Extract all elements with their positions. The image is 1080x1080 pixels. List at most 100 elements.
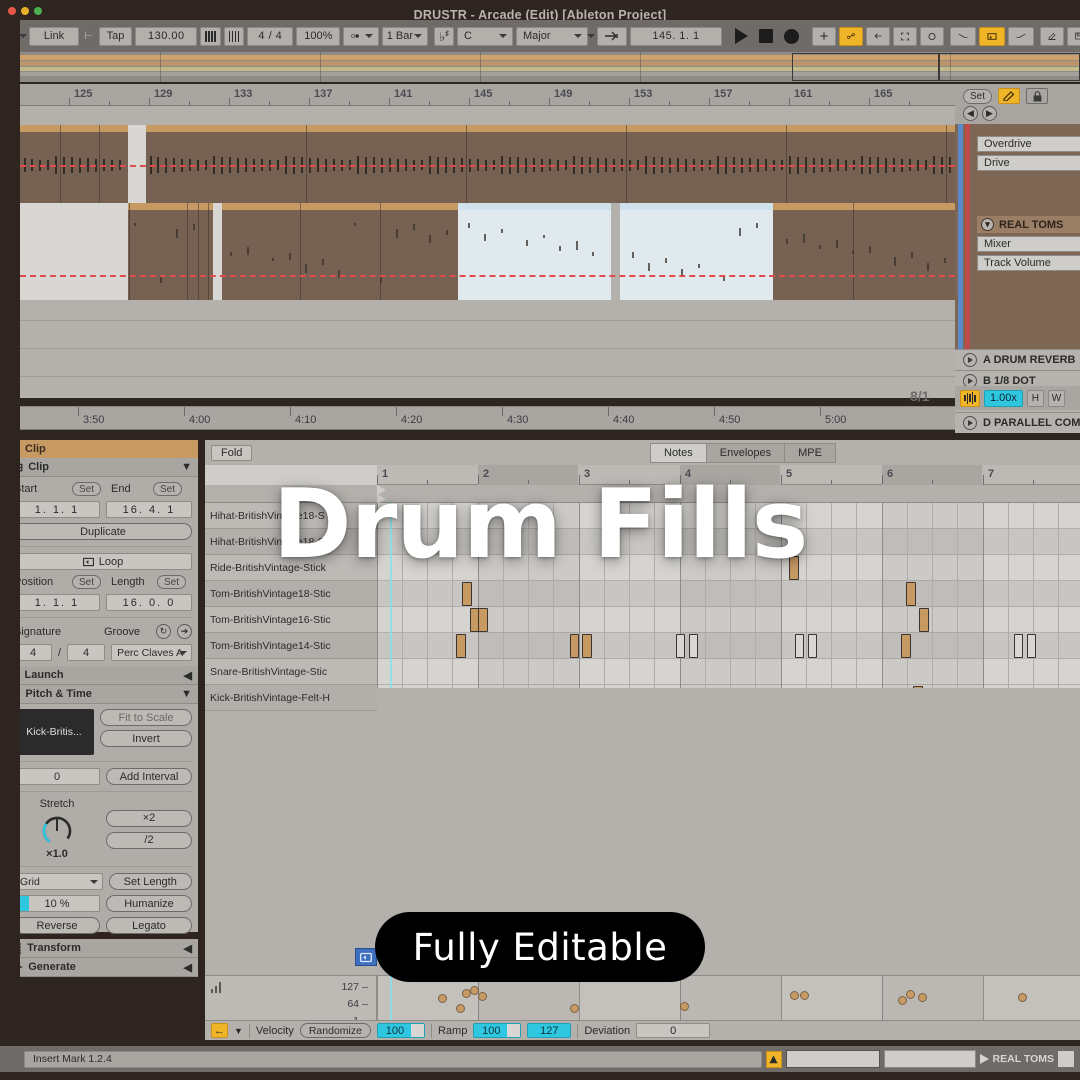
loop-button[interactable]: Loop — [14, 553, 192, 570]
arrangement-bar-ruler[interactable]: 125 129 133 137 141 145 149 153 157 161 … — [20, 84, 955, 106]
nudge-up-button[interactable] — [224, 27, 245, 46]
tab-notes[interactable]: Notes — [650, 443, 706, 463]
interval-value[interactable]: 0 — [14, 768, 100, 785]
midi-note[interactable] — [456, 634, 466, 658]
lock-envelopes-button[interactable] — [1026, 88, 1048, 104]
midi-bar-ruler[interactable]: 1 2 3 4 5 6 7 — [205, 465, 1080, 485]
chevron-left-icon[interactable]: ◀ — [184, 942, 192, 955]
arrangement-time-ruler[interactable]: 3:50 4:00 4:10 4:20 4:30 4:40 4:50 5:00 — [20, 406, 955, 430]
launch-section-header[interactable]: ▸ Launch ◀ — [8, 666, 198, 685]
set-locator-button[interactable]: Set — [963, 89, 992, 104]
double-length-button[interactable]: ×2 — [106, 810, 192, 827]
grid-selector[interactable]: Grid — [14, 873, 103, 890]
tab-mpe[interactable]: MPE — [784, 443, 836, 463]
start-value[interactable]: 1. 1. 1 — [14, 501, 100, 518]
device-return-panel[interactable]: Set ◀ ▶ — [955, 84, 1080, 430]
add-interval-button[interactable]: Add Interval — [106, 768, 192, 785]
length-value[interactable]: 16. 0. 0 — [106, 594, 192, 611]
clip-detail-panel[interactable]: Clip ⊟ Clip ▼ Start Set End Set 1. 1. 1 … — [8, 440, 198, 932]
pitch-time-section-header[interactable]: ≡ Pitch & Time ▼ — [8, 685, 198, 704]
start-set-button[interactable]: Set — [72, 482, 101, 496]
midi-clip-selected[interactable] — [458, 203, 611, 300]
length-set-button[interactable]: Set — [157, 575, 186, 589]
zoom-width-button[interactable]: W — [1048, 390, 1065, 407]
velocity-amount-field[interactable]: 100 — [377, 1023, 425, 1038]
midi-note[interactable] — [676, 634, 685, 658]
transform-section-header[interactable]: ⣿ Transform ◀ — [8, 939, 198, 958]
invert-button[interactable]: Invert — [100, 730, 192, 747]
device-overdrive[interactable]: Overdrive — [977, 136, 1080, 152]
key-row[interactable]: Hihat-BritishVintage18-S — [205, 503, 377, 529]
reverse-button[interactable]: Reverse — [14, 917, 100, 934]
midi-note[interactable] — [1014, 634, 1023, 658]
end-set-button[interactable]: Set — [153, 482, 182, 496]
humanize-button[interactable]: Humanize — [106, 895, 192, 912]
duplicate-button[interactable]: Duplicate — [14, 523, 192, 540]
metronome-button[interactable] — [343, 27, 379, 46]
device-track-volume[interactable]: Track Volume — [977, 255, 1080, 271]
groove-amount-field[interactable]: 100% — [296, 27, 340, 46]
clip-thumbnail-next[interactable] — [884, 1050, 976, 1068]
ramp-field[interactable]: 100 — [473, 1023, 521, 1038]
midi-loop-bar[interactable] — [205, 485, 1080, 503]
velocity-dot[interactable] — [790, 991, 799, 1000]
key-row[interactable]: Tom-BritishVintage14-Stic — [205, 633, 377, 659]
arrangement-overview[interactable] — [20, 52, 1080, 82]
zoom-controls[interactable]: 1.00x H W — [955, 386, 1080, 410]
tempo-field[interactable]: 130.00 — [135, 27, 197, 46]
midi-note[interactable] — [478, 608, 488, 632]
stretch-knob[interactable] — [39, 811, 75, 847]
prev-locator-button[interactable]: ◀ — [963, 106, 978, 121]
key-row[interactable]: Hihat-BritishVintage18-S — [205, 529, 377, 555]
audio-clip[interactable] — [20, 125, 128, 203]
follow-button[interactable] — [597, 27, 627, 46]
generate-section-header[interactable]: ✧ Generate ◀ — [8, 958, 198, 977]
zoom-height-button[interactable]: H — [1027, 390, 1044, 407]
midi-note[interactable] — [582, 634, 592, 658]
position-value[interactable]: 1. 1. 1 — [14, 594, 100, 611]
velocity-lane[interactable]: 127 64 1 ← ▼ — [205, 975, 1080, 1040]
status-warning-button[interactable] — [766, 1051, 782, 1068]
velocity-dot[interactable] — [456, 1004, 465, 1013]
editor-tabs[interactable]: Notes Envelopes MPE — [650, 443, 836, 463]
key-row[interactable]: Ride-BritishVintage-Stick — [205, 555, 377, 581]
sample-name-display[interactable]: Kick-Britis... — [14, 709, 94, 755]
key-scale-selector[interactable]: Major — [516, 27, 588, 46]
drum-rack-key-list[interactable]: Hihat-BritishVintage18-S Hihat-BritishVi… — [205, 503, 377, 688]
overview-viewport-right[interactable] — [939, 53, 1080, 81]
note-grid[interactable] — [377, 503, 1080, 688]
key-row[interactable]: Tom-BritishVintage16-Stic — [205, 607, 377, 633]
key-root-selector[interactable]: C — [457, 27, 513, 46]
quantize-selector[interactable]: 1 Bar — [382, 27, 428, 46]
midi-note[interactable] — [1027, 634, 1036, 658]
ramp-max-field[interactable]: 127 — [527, 1023, 571, 1038]
clip-section-header[interactable]: ⊟ Clip ▼ — [8, 458, 198, 477]
groove-open-icon[interactable]: ➔ — [177, 624, 192, 639]
velocity-dot[interactable] — [570, 1004, 579, 1013]
time-signature-field[interactable]: 4 / 4 — [247, 27, 293, 46]
fade-in-button[interactable] — [1008, 27, 1034, 46]
return-track-d[interactable]: D PARALLEL COMP — [955, 412, 1080, 433]
chevron-down-icon[interactable]: ▼ — [181, 461, 192, 473]
play-icon[interactable] — [963, 353, 977, 367]
velocity-dot[interactable] — [800, 991, 809, 1000]
device-drive[interactable]: Drive — [977, 155, 1080, 171]
loop-circle-button[interactable] — [920, 27, 944, 46]
velocity-dot[interactable] — [906, 990, 915, 999]
play-icon[interactable] — [963, 416, 977, 430]
midi-note[interactable] — [689, 634, 698, 658]
loop-region-button[interactable] — [979, 27, 1005, 46]
clip-thumbnail-active[interactable] — [786, 1050, 880, 1068]
fade-out-button[interactable] — [950, 27, 976, 46]
play-button[interactable] — [735, 28, 748, 44]
key-row[interactable]: Snare-BritishVintage-Stic — [205, 659, 377, 685]
humanize-amount[interactable]: 10 % — [14, 895, 100, 912]
deviation-field[interactable]: 0 — [636, 1023, 710, 1038]
back-to-arrangement-button[interactable] — [866, 27, 890, 46]
draw-mode-toggle[interactable] — [998, 88, 1020, 104]
signature-denominator[interactable]: 4 — [67, 644, 105, 661]
status-track-thumb[interactable] — [1058, 1051, 1074, 1067]
midi-note[interactable] — [462, 582, 472, 606]
tab-envelopes[interactable]: Envelopes — [706, 443, 784, 463]
midi-note[interactable] — [789, 556, 799, 580]
